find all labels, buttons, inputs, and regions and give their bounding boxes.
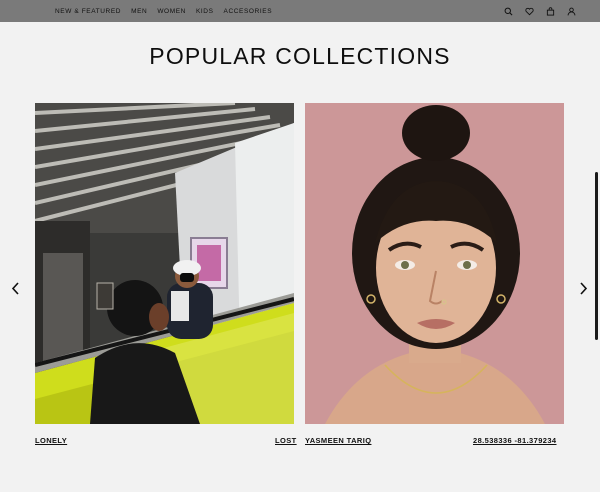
chevron-right-icon <box>579 281 587 295</box>
heart-icon[interactable] <box>524 6 534 16</box>
header-tools <box>503 0 576 22</box>
nav-women[interactable]: WOMEN <box>157 8 186 15</box>
collection-card-yasmeen-tariq[interactable] <box>305 103 564 424</box>
collection-link-lost[interactable]: LOST <box>275 436 297 445</box>
main-nav: NEW & FEATURED MEN WOMEN KIDS ACCESORIES <box>55 0 272 22</box>
collection-link-yasmeen-tariq[interactable]: YASMEEN TARIQ <box>305 436 371 445</box>
chevron-left-icon <box>11 281 19 295</box>
carousel-prev-button[interactable] <box>8 280 22 296</box>
nav-new-featured[interactable]: NEW & FEATURED <box>55 8 121 15</box>
collection-card-lonely[interactable] <box>35 103 294 424</box>
portrait-photo <box>305 103 564 424</box>
escalator-photo <box>35 103 294 424</box>
search-icon[interactable] <box>503 6 513 16</box>
bag-icon[interactable] <box>545 6 555 16</box>
page-scrollbar-thumb[interactable] <box>595 172 598 340</box>
collection-link-lonely[interactable]: LONELY <box>35 436 67 445</box>
collection-coordinates-link[interactable]: 28.538336 -81.379234 <box>473 436 557 445</box>
user-icon[interactable] <box>566 6 576 16</box>
nav-men[interactable]: MEN <box>131 8 147 15</box>
section-title: POPULAR COLLECTIONS <box>149 43 451 69</box>
nav-kids[interactable]: KIDS <box>196 8 214 15</box>
top-navigation-bar: NEW & FEATURED MEN WOMEN KIDS ACCESORIES <box>0 0 600 22</box>
nav-accessories[interactable]: ACCESORIES <box>224 8 273 15</box>
carousel-next-button[interactable] <box>576 280 590 296</box>
